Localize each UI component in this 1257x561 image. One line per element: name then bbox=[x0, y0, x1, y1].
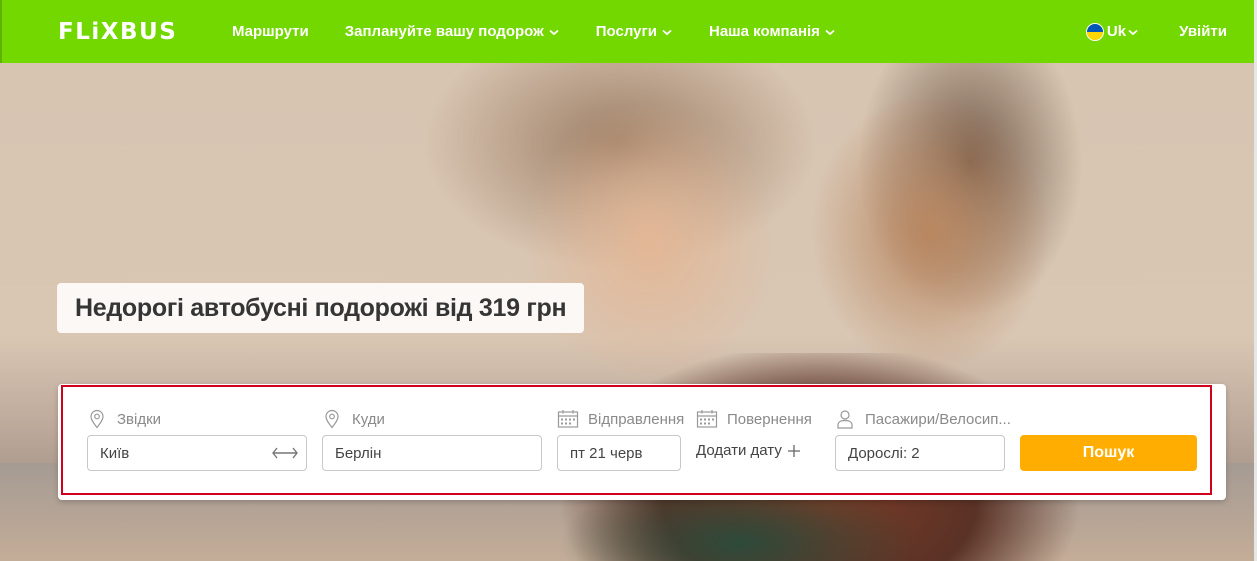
nav-services-label: Послуги bbox=[595, 23, 657, 40]
passengers-label: Пасажири/Велосип... bbox=[836, 409, 1011, 429]
hero-headline: Недорогі автобусні подорожі від 319 грн bbox=[75, 293, 567, 322]
passengers-input[interactable]: Дорослі: 2 bbox=[835, 435, 1005, 471]
chevron-down-icon bbox=[662, 29, 672, 35]
nav-plan-trip-label: Заплануйте вашу подорож bbox=[344, 23, 544, 40]
add-return-date-button[interactable]: Додати дату bbox=[696, 442, 801, 459]
to-label-text: Куди bbox=[352, 410, 385, 428]
hero-headline-box: Недорогі автобусні подорожі від 319 грн bbox=[57, 283, 585, 333]
search-button[interactable]: Пошук bbox=[1020, 435, 1197, 471]
passengers-label-text: Пасажири/Велосип... bbox=[865, 410, 1011, 428]
nav-company-label: Наша компанія bbox=[708, 23, 820, 40]
from-label: Звідки bbox=[88, 409, 161, 429]
from-label-text: Звідки bbox=[117, 410, 162, 428]
main-nav: Маршрути Заплануйте вашу подорож Послуги… bbox=[232, 0, 872, 63]
language-selector[interactable]: Uk bbox=[1085, 22, 1139, 41]
header-right: Uk Увійти bbox=[1085, 0, 1227, 63]
location-pin-icon bbox=[325, 409, 339, 429]
language-label: Uk bbox=[1106, 23, 1127, 40]
nav-routes-label: Маршрути bbox=[232, 23, 309, 40]
nav-plan-trip[interactable]: Заплануйте вашу подорож bbox=[345, 23, 560, 40]
to-label: Куди bbox=[323, 409, 385, 429]
nav-routes[interactable]: Маршрути bbox=[232, 23, 309, 40]
to-input[interactable]: Берлін bbox=[322, 435, 542, 471]
departure-date-input[interactable]: пт 21 черв bbox=[557, 435, 681, 471]
chevron-down-icon bbox=[825, 29, 835, 35]
departure-label-text: Відправлення bbox=[588, 410, 685, 428]
calendar-icon bbox=[696, 410, 718, 428]
person-icon bbox=[837, 410, 853, 429]
plus-icon bbox=[787, 444, 800, 457]
return-label: Повернення bbox=[696, 409, 812, 429]
departure-label: Відправлення bbox=[557, 409, 684, 429]
login-link[interactable]: Увійти bbox=[1179, 23, 1227, 40]
add-return-date-label: Додати дату bbox=[696, 442, 782, 459]
flixbus-logo[interactable]: FLiXBUS bbox=[58, 18, 177, 46]
calendar-icon bbox=[557, 410, 579, 428]
swap-direction-icon[interactable] bbox=[271, 445, 299, 461]
ukraine-flag-icon bbox=[1085, 22, 1104, 41]
nav-services[interactable]: Послуги bbox=[596, 23, 673, 40]
chevron-down-icon bbox=[549, 29, 559, 35]
top-navbar: FLiXBUS Маршрути Заплануйте вашу подорож… bbox=[0, 0, 1257, 63]
return-label-text: Повернення bbox=[727, 410, 812, 428]
nav-company[interactable]: Наша компанія bbox=[709, 23, 836, 40]
location-pin-icon bbox=[90, 409, 104, 429]
chevron-down-icon bbox=[1128, 29, 1138, 35]
